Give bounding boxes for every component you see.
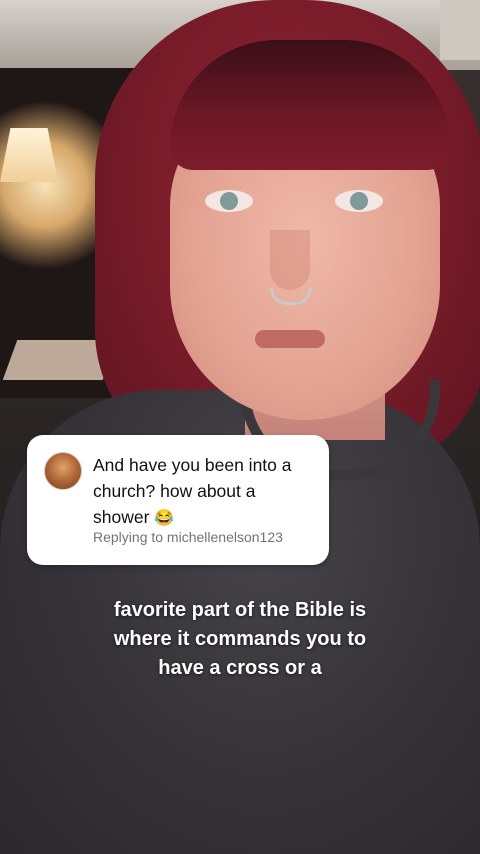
background-shelf [440, 0, 480, 60]
caption-line-2: where it commands you to [113, 628, 367, 650]
comment-line-3-text: shower [93, 507, 150, 527]
reply-comment-sticker[interactable]: And have you been into a church? how abo… [27, 435, 329, 565]
left-eye [205, 190, 253, 212]
right-eye [335, 190, 383, 212]
caption-line-3: have a cross or a [158, 657, 322, 679]
comment-text: And have you been into a church? how abo… [93, 452, 318, 532]
caption-line-1: favorite part of the Bible is [113, 599, 367, 621]
comment-line-2: church? how about a [93, 481, 256, 501]
replying-to-label[interactable]: Replying to michellenelson123 [93, 529, 283, 545]
video-frame[interactable]: And have you been into a church? how abo… [0, 0, 480, 854]
person-mouth [255, 330, 325, 348]
person-nose [270, 230, 310, 290]
comment-line-3: shower 😂 [93, 504, 318, 532]
comment-line-1: And have you been into a [93, 455, 292, 475]
commenter-avatar-icon[interactable] [44, 452, 82, 490]
video-caption: favorite part of the Bible is where it c… [80, 596, 400, 683]
